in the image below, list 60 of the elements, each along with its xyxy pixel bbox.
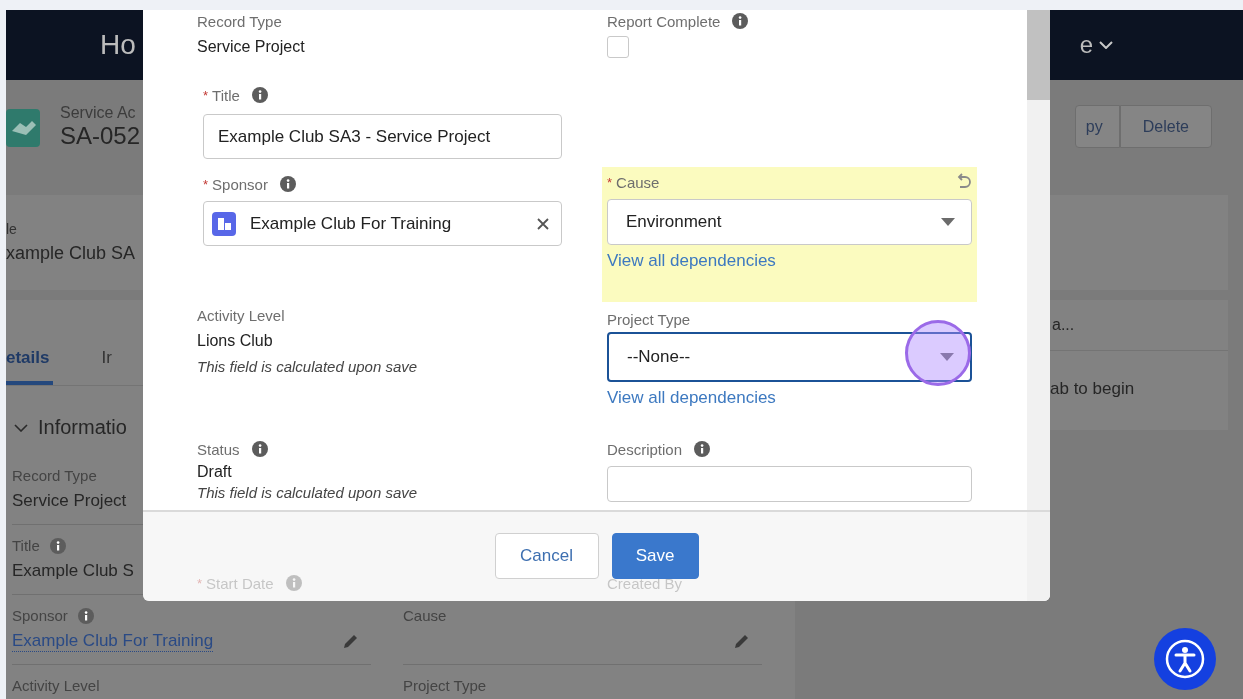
required-asterisk: * [607, 174, 613, 190]
object-label: Service Ac [60, 103, 137, 122]
field-note: This field is calculated upon save [197, 358, 419, 375]
tab[interactable]: Ir [101, 335, 116, 385]
record-name: SA-052 [60, 121, 141, 150]
required-asterisk: * [203, 176, 209, 192]
field-label: Report Complete [607, 12, 721, 30]
picklist[interactable]: --None-- [607, 332, 972, 382]
info-icon[interactable] [251, 87, 268, 103]
field-label: Title [12, 537, 40, 554]
field-label: Title [212, 86, 240, 104]
clear-icon[interactable] [537, 217, 549, 230]
action-button[interactable]: Delete [1119, 105, 1212, 148]
save-button[interactable]: Save [611, 533, 699, 579]
dropdown-triangle-icon [940, 353, 954, 361]
scrollbar[interactable] [1027, 10, 1050, 601]
field-value: xample Club SA [6, 243, 136, 264]
field-label: Sponsor [12, 607, 68, 624]
field-note: This field is calculated upon save [197, 484, 419, 501]
nav-item[interactable]: e [1079, 31, 1093, 59]
field-value: Service Project [12, 491, 127, 511]
field-value: Service Project [197, 38, 306, 56]
field-label: Activity Level [197, 306, 285, 324]
cancel-button[interactable]: Cancel [494, 533, 599, 579]
info-icon[interactable] [732, 13, 749, 29]
lookup-field[interactable]: Example Club For Training [203, 201, 562, 246]
view-dependencies-link[interactable]: View all dependencies [607, 251, 776, 271]
section-title[interactable]: Informatio [38, 416, 127, 439]
lookup-value: Example Club For Training [250, 213, 453, 234]
picklist[interactable]: Environment [607, 199, 972, 245]
required-asterisk: * [197, 575, 203, 591]
field-label: le [6, 221, 17, 237]
field-label: Sponsor [212, 175, 268, 193]
building-icon [212, 211, 236, 236]
empty-message: ab to begin [1050, 379, 1135, 398]
action-button[interactable]: py [1074, 105, 1120, 148]
field-label: Record Type [12, 467, 97, 484]
field-value: Draft [197, 463, 233, 481]
field-label: Description [607, 440, 683, 458]
nav-item[interactable]: Ho [100, 29, 136, 61]
field-label: Project Type [607, 310, 691, 328]
field-label: Cause [616, 173, 660, 191]
dropdown-triangle-icon [941, 218, 955, 226]
field-label: Cause [403, 607, 447, 624]
info-icon[interactable] [77, 607, 94, 624]
info-icon[interactable] [279, 176, 296, 192]
checkbox[interactable] [607, 36, 629, 58]
info-icon[interactable] [694, 441, 711, 457]
info-icon[interactable] [49, 537, 66, 554]
info-icon[interactable] [251, 441, 268, 457]
field-label: Record Type [197, 12, 282, 30]
title-input[interactable]: Example Club SA3 - Service Project [203, 114, 562, 159]
tab[interactable]: etails [6, 335, 54, 385]
field-label: Activity Level [12, 677, 100, 694]
field-label: Project Type [403, 677, 487, 694]
view-dependencies-link[interactable]: View all dependencies [607, 388, 776, 408]
field-value: Example Club S [12, 561, 134, 581]
field-value: Lions Club [197, 332, 274, 350]
field-label: Status [197, 440, 240, 458]
required-asterisk: * [203, 87, 209, 103]
